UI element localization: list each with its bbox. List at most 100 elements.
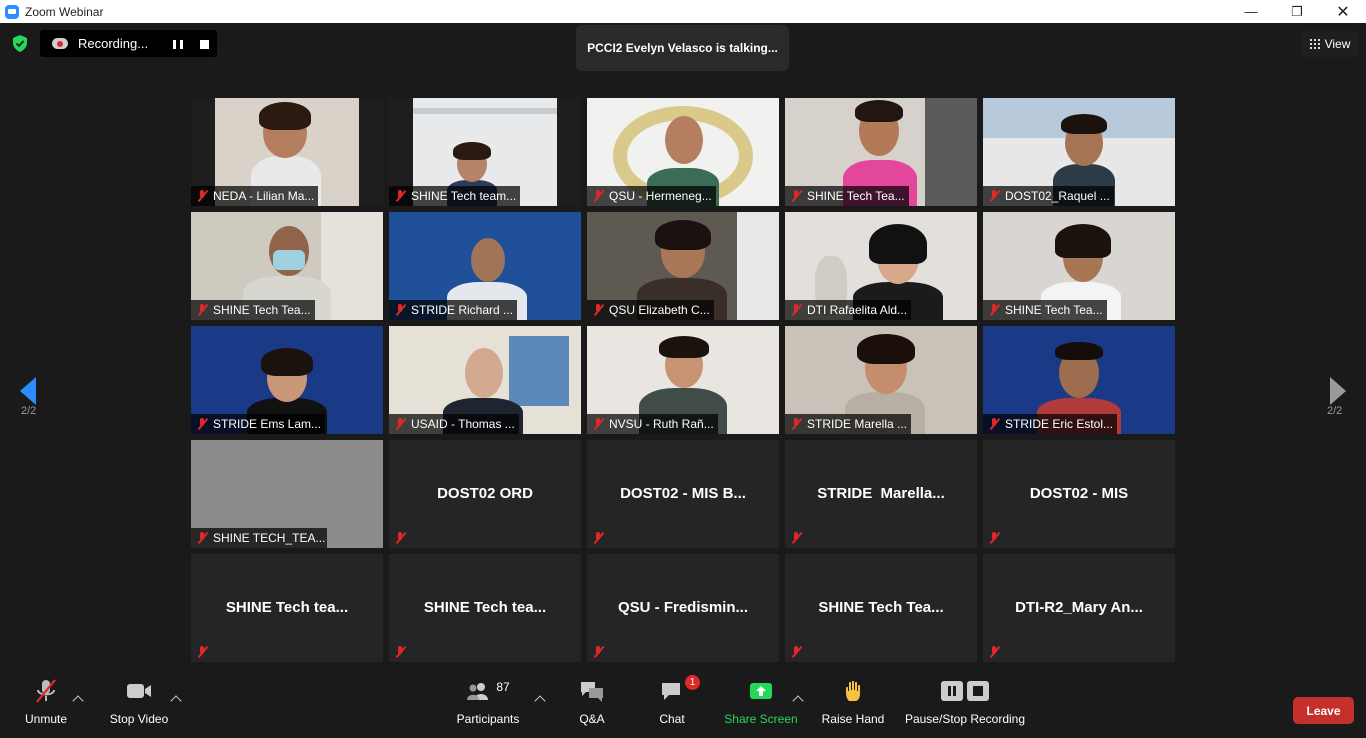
- participants-icon: [467, 683, 489, 700]
- muted-mic-icon: [989, 304, 999, 316]
- participant-tile[interactable]: QSU - Fredismin...: [587, 554, 779, 662]
- microphone-muted-icon: [36, 679, 56, 703]
- pause-icon: [941, 681, 963, 701]
- zoom-app-icon: [5, 4, 19, 19]
- participant-name-bar: DTI Rafaelita Ald...: [785, 300, 912, 320]
- participant-name: DOST02 - MIS: [1029, 485, 1129, 502]
- participant-tile[interactable]: DOST02 - MIS B...: [587, 440, 779, 548]
- view-label: View: [1324, 37, 1351, 51]
- video-tile[interactable]: DTI Rafaelita Ald...: [785, 212, 977, 320]
- participant-name-bar: STRIDE Eric Estol...: [983, 414, 1118, 434]
- participant-name-bar: STRIDE Marella ...: [785, 414, 912, 434]
- video-tile[interactable]: STRIDE Richard ...: [389, 212, 581, 320]
- participant-name: SHINE Tech tea...: [225, 599, 349, 616]
- grid-icon: [1309, 39, 1320, 49]
- shield-icon[interactable]: [12, 35, 28, 52]
- raise-hand-icon: [846, 680, 860, 701]
- qa-button[interactable]: Q&A: [570, 671, 614, 738]
- video-tile[interactable]: SHINE Tech Tea...: [191, 212, 383, 320]
- participant-name-bar: STRIDE Richard ...: [389, 300, 518, 320]
- active-speaker-banner: PCCI2 Evelyn Velasco is talking...: [576, 25, 789, 71]
- audio-options-chevron-icon[interactable]: [72, 695, 84, 707]
- stop-video-button[interactable]: Stop Video: [104, 671, 174, 738]
- participants-count: 87: [496, 680, 510, 694]
- participant-name: SHINE Tech tea...: [423, 599, 547, 616]
- participant-tile[interactable]: SHINE Tech tea...: [191, 554, 383, 662]
- stop-icon: [967, 681, 989, 701]
- muted-mic-icon: [395, 532, 405, 544]
- participant-name-bar: SHINE Tech Tea...: [785, 186, 909, 206]
- maximize-button[interactable]: ❐: [1274, 0, 1320, 23]
- participant-tile[interactable]: DTI-R2_Mary An...: [983, 554, 1175, 662]
- muted-mic-icon: [197, 190, 207, 202]
- muted-mic-icon: [197, 646, 207, 658]
- window-title: Zoom Webinar: [25, 4, 104, 19]
- share-screen-button[interactable]: Share Screen: [723, 671, 799, 738]
- muted-mic-icon: [395, 646, 405, 658]
- meeting-toolbar: Unmute Stop Video 87 Participants Q&A 1 …: [0, 671, 1366, 738]
- video-tile[interactable]: QSU - Hermeneg...: [587, 98, 779, 206]
- participant-tile[interactable]: DOST02 - MIS: [983, 440, 1175, 548]
- video-tile[interactable]: DOST02_Raquel ...: [983, 98, 1175, 206]
- muted-mic-icon: [395, 304, 405, 316]
- participant-name-bar: DOST02_Raquel ...: [983, 186, 1114, 206]
- page-indicator-right: 2/2: [1327, 405, 1343, 417]
- participants-options-chevron-icon[interactable]: [534, 695, 546, 707]
- participant-tile[interactable]: DOST02 ORD: [389, 440, 581, 548]
- participant-name-bar: SHINE TECH_TEA...: [191, 528, 327, 548]
- muted-mic-icon: [395, 190, 405, 202]
- participant-name: QSU - Fredismin...: [617, 599, 749, 616]
- video-tile[interactable]: SHINE TECH_TEA...: [191, 440, 383, 548]
- raise-hand-button[interactable]: Raise Hand: [820, 671, 886, 738]
- video-tile[interactable]: SHINE Tech Tea...: [785, 98, 977, 206]
- participant-name-bar: USAID - Thomas ...: [389, 414, 519, 434]
- recording-indicator: Recording...: [40, 30, 217, 57]
- participant-name-bar: SHINE Tech Tea...: [983, 300, 1107, 320]
- stop-recording-icon[interactable]: [200, 40, 209, 49]
- participant-name: SHINE Tech Tea...: [818, 599, 944, 616]
- video-tile[interactable]: STRIDE Marella ...: [785, 326, 977, 434]
- video-camera-icon: [127, 684, 151, 698]
- chat-button[interactable]: 1 Chat: [650, 671, 700, 738]
- page-indicator-left: 2/2: [21, 405, 37, 417]
- participant-name-bar: QSU Elizabeth C...: [587, 300, 714, 320]
- participant-tile[interactable]: SHINE Tech tea...: [389, 554, 581, 662]
- participant-tile[interactable]: STRIDE Marella...: [785, 440, 977, 548]
- muted-mic-icon: [791, 532, 801, 544]
- participants-button[interactable]: 87 Participants: [452, 671, 524, 738]
- cloud-recording-icon: [52, 38, 68, 49]
- unmute-button[interactable]: Unmute: [20, 671, 72, 738]
- participant-name-bar: QSU - Hermeneg...: [587, 186, 716, 206]
- chat-icon: [662, 683, 680, 700]
- chat-unread-badge: 1: [685, 675, 700, 690]
- participant-tile[interactable]: SHINE Tech Tea...: [785, 554, 977, 662]
- close-window-button[interactable]: ✕: [1320, 0, 1366, 23]
- muted-mic-icon: [791, 190, 801, 202]
- recording-label: Recording...: [78, 36, 149, 51]
- muted-mic-icon: [197, 304, 207, 316]
- muted-mic-icon: [197, 418, 207, 430]
- muted-mic-icon: [197, 532, 207, 544]
- video-tile[interactable]: USAID - Thomas ...: [389, 326, 581, 434]
- participant-name-bar: NEDA - Lilian Ma...: [191, 186, 319, 206]
- view-button[interactable]: View: [1301, 31, 1359, 57]
- pause-stop-recording-button[interactable]: Pause/Stop Recording: [902, 671, 1028, 738]
- minimize-button[interactable]: —: [1228, 0, 1274, 23]
- leave-button[interactable]: Leave: [1293, 697, 1354, 724]
- video-tile[interactable]: STRIDE Eric Estol...: [983, 326, 1175, 434]
- pause-recording-icon[interactable]: [173, 40, 183, 49]
- video-tile[interactable]: QSU Elizabeth C...: [587, 212, 779, 320]
- video-tile[interactable]: NVSU - Ruth Rañ...: [587, 326, 779, 434]
- muted-mic-icon: [791, 418, 801, 430]
- muted-mic-icon: [593, 190, 603, 202]
- video-tile[interactable]: SHINE Tech team...: [389, 98, 581, 206]
- muted-mic-icon: [989, 418, 999, 430]
- muted-mic-icon: [593, 532, 603, 544]
- muted-mic-icon: [791, 304, 801, 316]
- share-screen-icon: [750, 683, 772, 699]
- qa-icon: [581, 682, 603, 702]
- participant-name: DOST02 - MIS B...: [620, 485, 746, 502]
- video-tile[interactable]: NEDA - Lilian Ma...: [191, 98, 383, 206]
- video-tile[interactable]: STRIDE Ems Lam...: [191, 326, 383, 434]
- video-tile[interactable]: SHINE Tech Tea...: [983, 212, 1175, 320]
